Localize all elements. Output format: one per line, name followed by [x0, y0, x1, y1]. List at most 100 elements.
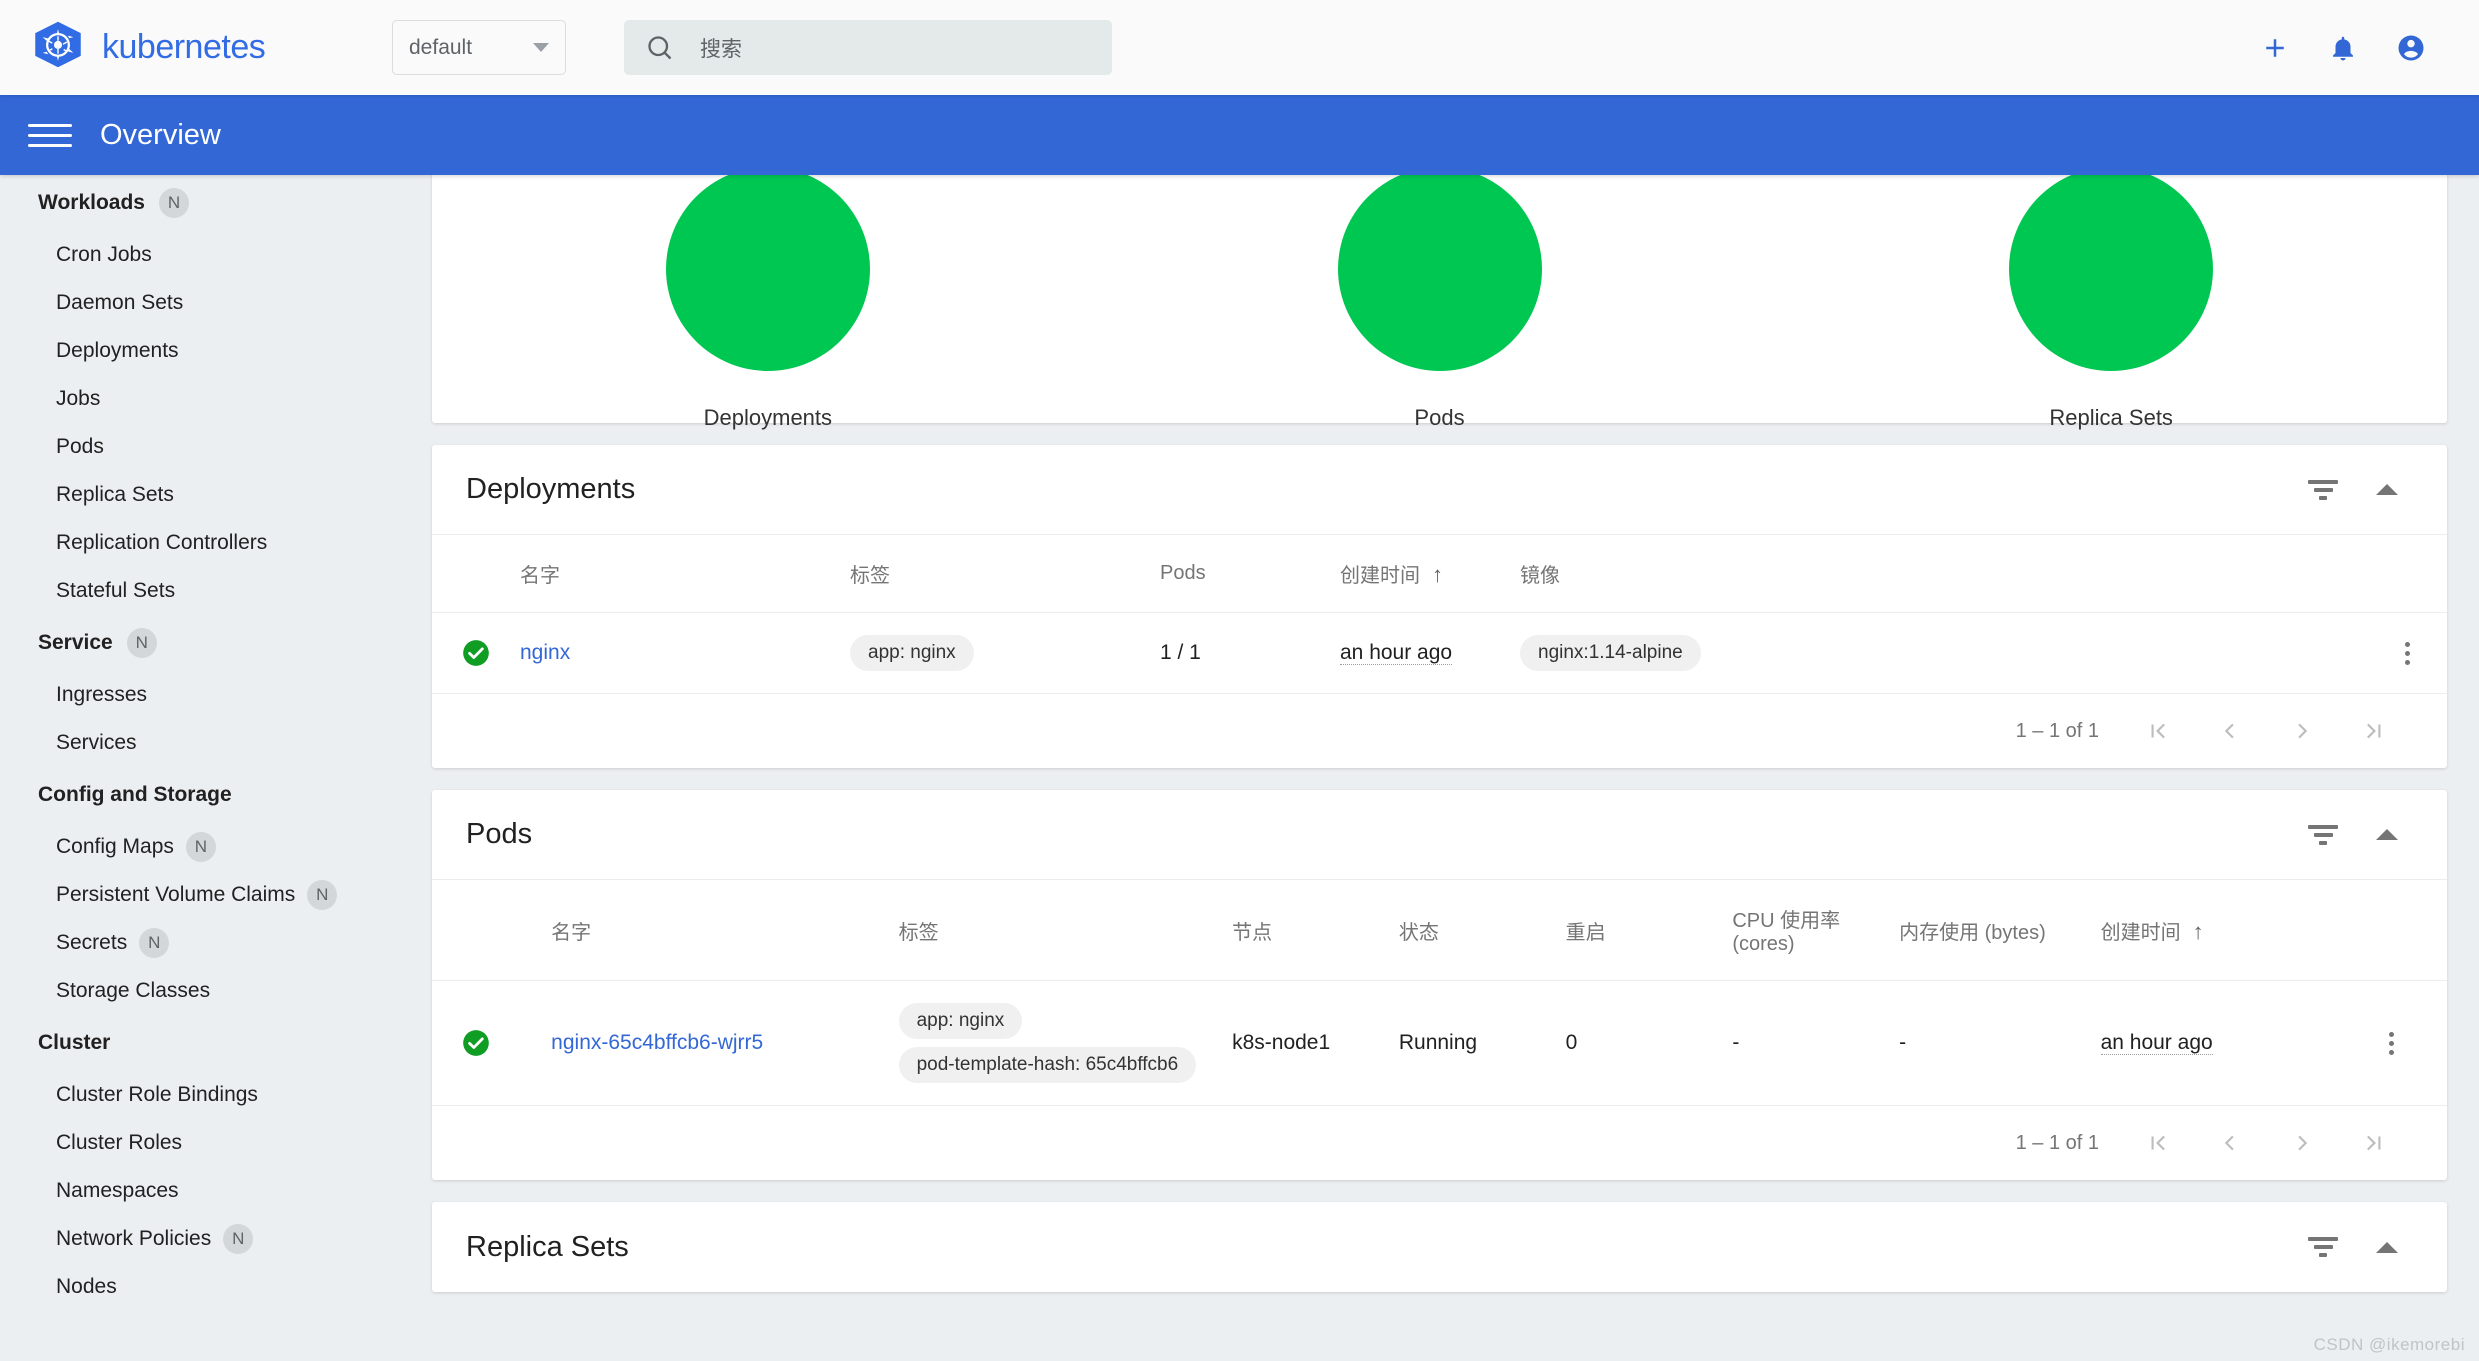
sidebar-item-label: Nodes — [56, 1275, 117, 1299]
sidebar-group-label: Config and Storage — [38, 783, 232, 807]
previous-page-icon[interactable] — [2217, 1130, 2243, 1156]
arrow-up-icon: ↑ — [2193, 919, 2204, 944]
row-memory-cell: - — [1891, 981, 2092, 1106]
hamburger-bar — [28, 144, 72, 147]
sidebar-item-namespaces[interactable]: Namespaces — [0, 1167, 400, 1215]
table-row[interactable]: nginx-65c4bffcb6-wjrr5 app: nginx pod-te… — [432, 981, 2447, 1106]
col-node[interactable]: 节点 — [1224, 880, 1391, 981]
previous-page-icon[interactable] — [2217, 718, 2243, 744]
col-name[interactable]: 名字 — [512, 535, 842, 613]
col-created[interactable]: 创建时间↑ — [1332, 535, 1512, 613]
sidebar-item-jobs[interactable]: Jobs — [0, 375, 400, 423]
replicasets-collapse-button[interactable] — [2363, 1223, 2411, 1271]
more-vert-icon[interactable] — [2344, 1032, 2439, 1055]
col-pods[interactable]: Pods — [1152, 535, 1332, 613]
deployments-collapse-button[interactable] — [2363, 466, 2411, 514]
col-name[interactable]: 名字 — [543, 880, 890, 981]
sidebar-item-label: Daemon Sets — [56, 291, 183, 315]
replicasets-card-title: Replica Sets — [466, 1231, 629, 1264]
hamburger-menu-icon[interactable] — [28, 117, 72, 154]
col-created[interactable]: 创建时间↑ — [2093, 880, 2336, 981]
sidebar-item-cluster-role-bindings[interactable]: Cluster Role Bindings — [0, 1071, 400, 1119]
last-page-icon[interactable] — [2361, 718, 2387, 744]
brand-label: kubernetes — [102, 28, 265, 67]
namespace-selector[interactable]: default — [392, 20, 566, 75]
pods-table-head: 名字 标签 节点 状态 重启 CPU 使用率 (cores) 内存使用 (byt… — [432, 880, 2447, 981]
notifications-button[interactable] — [2319, 24, 2367, 72]
row-created-cell: an hour ago — [1332, 613, 1512, 694]
sidebar-item-replica-sets[interactable]: Replica Sets — [0, 471, 400, 519]
pods-table: 名字 标签 节点 状态 重启 CPU 使用率 (cores) 内存使用 (byt… — [432, 880, 2447, 1106]
pods-paginator: 1 – 1 of 1 — [432, 1106, 2447, 1180]
sidebar-item-label: Persistent Volume Claims — [56, 883, 295, 907]
brand[interactable]: kubernetes — [30, 20, 370, 76]
sidebar-item-secrets[interactable]: SecretsN — [0, 919, 400, 967]
sidebar-item-replication-controllers[interactable]: Replication Controllers — [0, 519, 400, 567]
sidebar-item-stateful-sets[interactable]: Stateful Sets — [0, 567, 400, 615]
namespaced-badge: N — [159, 188, 189, 218]
first-page-icon[interactable] — [2145, 718, 2171, 744]
row-status — [432, 981, 543, 1106]
pods-collapse-button[interactable] — [2363, 811, 2411, 859]
sidebar-item-network-policies[interactable]: Network PoliciesN — [0, 1215, 400, 1263]
label-chip: app: nginx — [850, 635, 974, 671]
col-labels[interactable]: 标签 — [891, 880, 1225, 981]
replicasets-filter-button[interactable] — [2299, 1223, 2347, 1271]
filter-icon — [2308, 1237, 2338, 1257]
col-images[interactable]: 镜像 — [1512, 535, 2367, 613]
sidebar-item-cluster-roles[interactable]: Cluster Roles — [0, 1119, 400, 1167]
row-name-cell: nginx — [512, 613, 842, 694]
created-time: an hour ago — [1340, 641, 1452, 665]
row-labels-cell: app: nginx — [842, 613, 1152, 694]
bell-icon — [2328, 33, 2358, 63]
create-button[interactable] — [2251, 24, 2299, 72]
allocation-donut-chart — [2009, 175, 2213, 371]
chevron-up-icon — [2376, 1242, 2398, 1253]
more-vert-icon[interactable] — [2375, 642, 2439, 665]
col-cpu[interactable]: CPU 使用率 (cores) — [1724, 880, 1891, 981]
deployments-filter-button[interactable] — [2299, 466, 2347, 514]
deployments-table-head: 名字 标签 Pods 创建时间↑ 镜像 — [432, 535, 2447, 613]
main-content: DeploymentsPodsReplica Sets Deployments … — [400, 175, 2479, 1361]
sidebar-item-nodes[interactable]: Nodes — [0, 1263, 400, 1311]
replicasets-card: Replica Sets — [432, 1202, 2447, 1292]
sidebar-item-storage-classes[interactable]: Storage Classes — [0, 967, 400, 1015]
account-button[interactable] — [2387, 24, 2435, 72]
sidebar-item-config-maps[interactable]: Config MapsN — [0, 823, 400, 871]
graph-cell-replica-sets: Replica Sets — [1775, 175, 2447, 431]
pod-name-link[interactable]: nginx-65c4bffcb6-wjrr5 — [551, 1031, 763, 1054]
col-restarts[interactable]: 重启 — [1558, 880, 1725, 981]
col-memory[interactable]: 内存使用 (bytes) — [1891, 880, 2092, 981]
sidebar-item-label: Services — [56, 731, 137, 755]
col-state[interactable]: 状态 — [1391, 880, 1558, 981]
allocation-donut-chart — [1338, 175, 1542, 371]
sidebar-item-deployments[interactable]: Deployments — [0, 327, 400, 375]
check-circle-icon — [462, 1029, 490, 1057]
sidebar-item-label: Secrets — [56, 931, 127, 955]
pods-filter-button[interactable] — [2299, 811, 2347, 859]
table-row[interactable]: nginx app: nginx 1 / 1 an hour ago nginx… — [432, 613, 2447, 694]
sidebar-item-label: Cluster Roles — [56, 1131, 182, 1155]
next-page-icon[interactable] — [2289, 1130, 2315, 1156]
deployments-table-body: nginx app: nginx 1 / 1 an hour ago nginx… — [432, 613, 2447, 694]
col-status — [432, 880, 543, 981]
col-actions — [2367, 535, 2447, 613]
sidebar-item-persistent-volume-claims[interactable]: Persistent Volume ClaimsN — [0, 871, 400, 919]
row-restarts-cell: 0 — [1558, 981, 1725, 1106]
search-input[interactable]: 搜索 — [624, 20, 1112, 75]
sidebar-item-ingresses[interactable]: Ingresses — [0, 671, 400, 719]
graph-cell-pods: Pods — [1104, 175, 1776, 431]
sidebar-item-daemon-sets[interactable]: Daemon Sets — [0, 279, 400, 327]
sidebar-item-label: Cron Jobs — [56, 243, 152, 267]
sidebar-item-services[interactable]: Services — [0, 719, 400, 767]
sidebar-item-label: Replication Controllers — [56, 531, 267, 555]
deployment-name-link[interactable]: nginx — [520, 641, 570, 664]
filter-icon — [2308, 480, 2338, 500]
last-page-icon[interactable] — [2361, 1130, 2387, 1156]
sidebar-item-pods[interactable]: Pods — [0, 423, 400, 471]
col-labels[interactable]: 标签 — [842, 535, 1152, 613]
next-page-icon[interactable] — [2289, 718, 2315, 744]
sidebar-item-cron-jobs[interactable]: Cron Jobs — [0, 231, 400, 279]
pods-card: Pods 名字 标签 节点 状态 重 — [432, 790, 2447, 1180]
first-page-icon[interactable] — [2145, 1130, 2171, 1156]
